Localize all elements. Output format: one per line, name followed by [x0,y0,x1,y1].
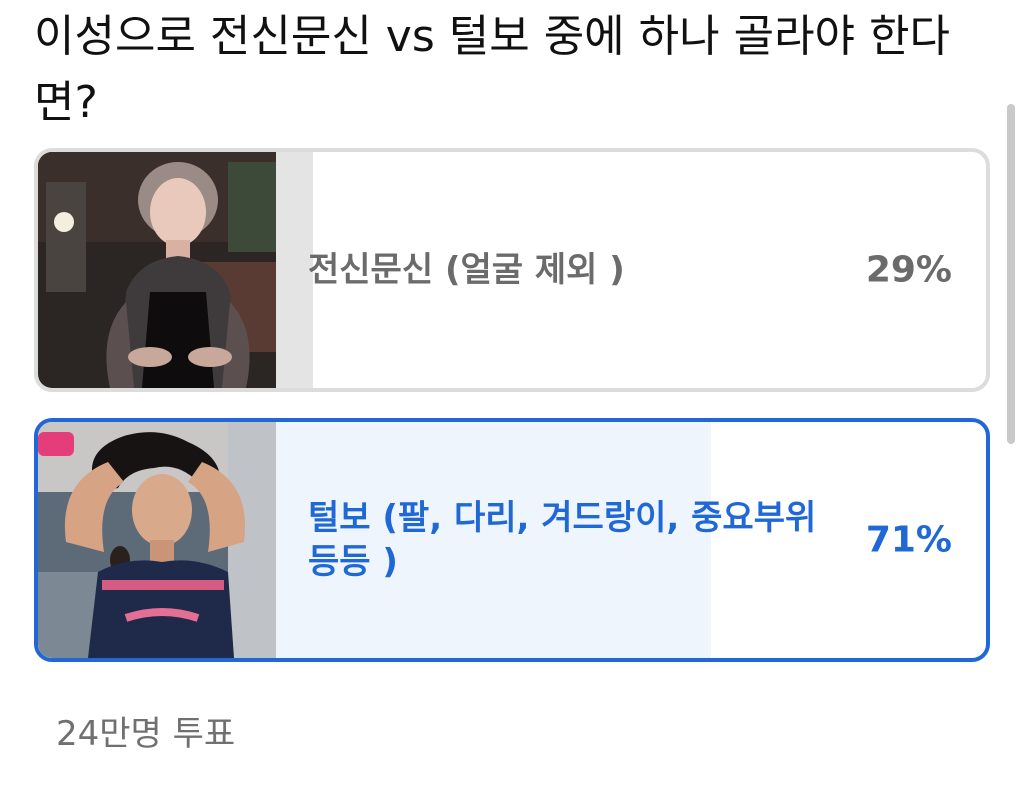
vote-count: 24만명 투표 [56,714,236,754]
option-image-tattooed-woman [38,152,276,388]
poll-option-hairy[interactable]: 털보 (팔, 다리, 겨드랑이, 중요부위 등등 ) 71% [34,418,990,662]
poll-option-full-body-tattoo[interactable]: 전신문신 (얼굴 제외 ) 29% [34,148,990,392]
option-percent: 71% [865,519,952,561]
scrollbar[interactable] [1007,104,1015,444]
option-label: 전신문신 (얼굴 제외 ) [308,250,625,290]
option-percent: 29% [865,249,952,291]
option-label: 털보 (팔, 다리, 겨드랑이, 중요부위 등등 ) [308,498,817,582]
poll-question: 이성으로 전신문신 vs 털보 중에 하나 골라야 한다면? [34,11,950,128]
option-image-woman-arms-raised [38,422,276,658]
